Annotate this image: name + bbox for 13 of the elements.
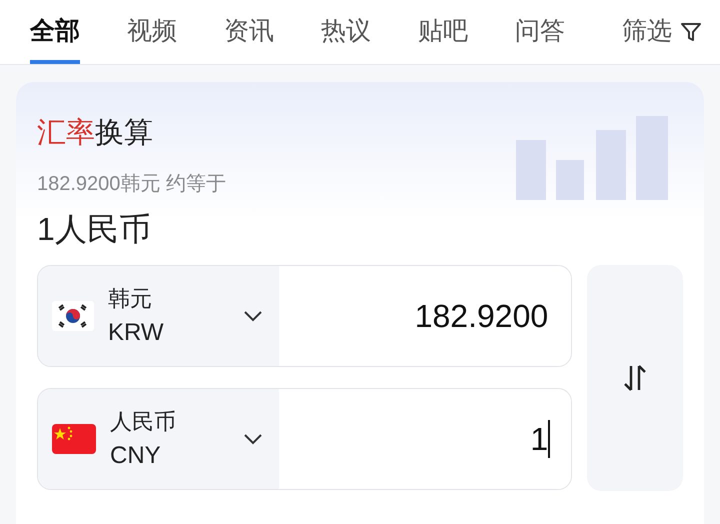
rate-text: 182.9200韩元 约等于 bbox=[37, 172, 227, 197]
tab[interactable]: 热议 bbox=[321, 0, 371, 64]
title-text: 换算 bbox=[95, 116, 153, 151]
swap-button[interactable] bbox=[587, 265, 683, 491]
title-text: 汇率 bbox=[37, 116, 95, 151]
tab[interactable]: 视频 bbox=[127, 0, 177, 64]
tab[interactable]: 全部 bbox=[30, 0, 80, 64]
swap-arrows-icon bbox=[622, 364, 648, 392]
tab[interactable]: 问答 bbox=[515, 0, 565, 64]
result-text: 1人民币 bbox=[37, 210, 152, 249]
tab[interactable]: 资讯 bbox=[224, 0, 274, 64]
tab[interactable]: 贴吧 bbox=[418, 0, 468, 64]
filter-icon bbox=[680, 21, 702, 43]
